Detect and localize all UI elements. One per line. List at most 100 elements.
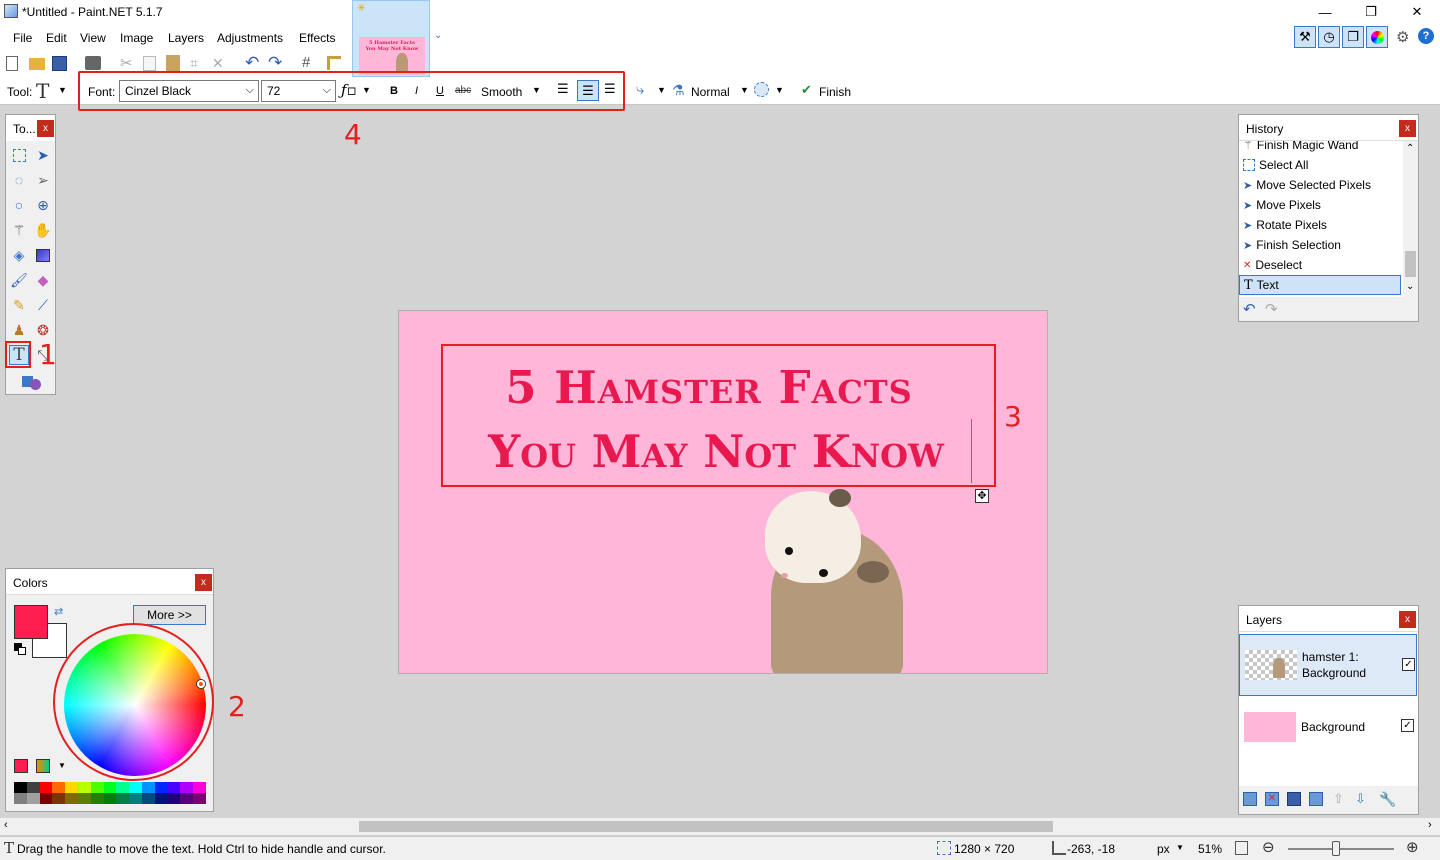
help-icon[interactable]: ? — [1418, 28, 1434, 44]
paintbrush-icon[interactable]: 🖌 — [9, 270, 29, 290]
new-file-icon[interactable] — [6, 56, 18, 71]
layer-visibility-checkbox[interactable]: ✓ — [1401, 719, 1414, 732]
history-panel-close-icon[interactable]: x — [1399, 120, 1416, 137]
duplicate-layer-icon[interactable] — [1287, 792, 1301, 806]
horizontal-scroll-thumb[interactable] — [359, 821, 1053, 832]
layers-window-toggle-icon[interactable]: ❐ — [1342, 26, 1364, 48]
close-button[interactable]: ✕ — [1394, 0, 1440, 24]
tool-picker-text-icon[interactable]: T — [36, 79, 49, 103]
palette-swatch[interactable] — [26, 782, 40, 793]
menu-layers[interactable]: Layers — [168, 31, 204, 45]
palette-swatch[interactable] — [180, 793, 194, 804]
gradient-icon[interactable] — [33, 245, 53, 265]
ellipse-select-icon[interactable]: ○ — [9, 195, 29, 215]
menu-file[interactable]: File — [13, 31, 32, 45]
minimize-button[interactable]: — — [1302, 0, 1348, 24]
blend-mode-flask-icon[interactable]: ⚗ — [672, 82, 685, 99]
pencil-icon[interactable]: ✎ — [9, 295, 29, 315]
reset-colors-icon[interactable] — [14, 643, 26, 655]
palette-swatch[interactable] — [39, 782, 53, 793]
scroll-up-icon[interactable]: ⌃ — [1406, 143, 1414, 154]
palette-swatch[interactable] — [193, 782, 207, 793]
scroll-down-icon[interactable]: ⌄ — [1406, 281, 1414, 292]
redo-icon[interactable]: ↷ — [268, 53, 282, 73]
history-item[interactable]: ➤ Move Pixels — [1239, 195, 1401, 215]
recolor-icon[interactable]: ❂ — [33, 320, 53, 340]
save-icon[interactable] — [52, 56, 67, 71]
history-scroll-thumb[interactable] — [1405, 251, 1416, 277]
rectangle-select-icon[interactable] — [9, 145, 29, 165]
add-palette-color-icon[interactable] — [14, 759, 28, 773]
primary-color-swatch[interactable] — [14, 605, 48, 639]
zoom-slider-thumb[interactable] — [1332, 841, 1340, 856]
layer-row[interactable]: Background ✓ — [1239, 696, 1417, 758]
units-chevron-icon[interactable]: ▼ — [1176, 843, 1184, 852]
finish-button[interactable]: Finish — [819, 85, 851, 99]
palette-swatch[interactable] — [167, 793, 181, 804]
colors-window-toggle-icon[interactable] — [1366, 26, 1388, 48]
history-item[interactable]: ➤ Move Selected Pixels — [1239, 175, 1401, 195]
zoom-out-icon[interactable]: ⊖ — [1262, 838, 1275, 856]
merge-layer-down-icon[interactable] — [1309, 792, 1323, 806]
palette-menu-icon[interactable] — [36, 759, 50, 773]
swap-colors-icon[interactable]: ⇄ — [54, 605, 63, 618]
move-layer-up-icon[interactable]: ⇧ — [1333, 791, 1344, 807]
history-window-toggle-icon[interactable]: ◷ — [1318, 26, 1340, 48]
palette-swatch[interactable] — [154, 782, 168, 793]
sampling-chevron-icon[interactable]: ▼ — [657, 85, 666, 95]
layers-panel-close-icon[interactable]: x — [1399, 611, 1416, 628]
palette-swatch[interactable] — [142, 793, 155, 804]
palette-swatch[interactable] — [193, 793, 207, 804]
palette-swatch[interactable] — [78, 793, 91, 804]
color-palette[interactable] — [14, 782, 207, 806]
clipping-chevron-icon[interactable]: ▼ — [775, 85, 784, 95]
tools-panel-close-icon[interactable]: x — [37, 120, 54, 137]
palette-swatch[interactable] — [52, 782, 66, 793]
history-item[interactable]: ⚚ Finish Magic Wand — [1239, 141, 1401, 155]
move-handle-icon[interactable]: ✥ — [975, 489, 989, 503]
image-tab-thumbnail[interactable]: ✳ 5 Hamster Facts You May Not Know — [352, 0, 430, 77]
more-colors-button[interactable]: More >> — [133, 605, 206, 625]
menu-effects[interactable]: Effects — [299, 31, 335, 45]
canvas-horizontal-scrollbar[interactable]: ‹ › — [0, 818, 1440, 835]
paint-bucket-icon[interactable]: ◈ — [9, 245, 29, 265]
palette-swatch[interactable] — [103, 782, 117, 793]
zoom-slider-track[interactable] — [1288, 848, 1394, 850]
menu-image[interactable]: Image — [120, 31, 153, 45]
layer-properties-wrench-icon[interactable]: 🔧 — [1379, 791, 1396, 808]
tools-window-toggle-icon[interactable]: ⚒ — [1294, 26, 1316, 48]
palette-swatch[interactable] — [65, 782, 79, 793]
move-selected-pixels-icon[interactable]: ➤ — [33, 145, 53, 165]
tool-picker-chevron-icon[interactable]: ▼ — [58, 85, 67, 95]
history-item[interactable]: ➤ Rotate Pixels — [1239, 215, 1401, 235]
zoom-in-icon[interactable]: ⊕ — [1406, 838, 1419, 856]
scroll-right-icon[interactable]: › — [1428, 819, 1432, 831]
blend-chevron-icon[interactable]: ▼ — [740, 85, 749, 95]
palette-swatch[interactable] — [116, 793, 130, 804]
palette-swatch[interactable] — [116, 782, 130, 793]
layer-visibility-checkbox[interactable]: ✓ — [1402, 658, 1415, 671]
selection-clipping-icon[interactable] — [754, 82, 769, 97]
ruler-icon[interactable] — [327, 56, 341, 70]
history-scrollbar[interactable]: ⌃ ⌄ — [1403, 141, 1418, 297]
palette-swatch[interactable] — [167, 782, 181, 793]
palette-swatch[interactable] — [14, 793, 27, 804]
palette-swatch[interactable] — [90, 782, 104, 793]
palette-swatch[interactable] — [14, 782, 27, 793]
palette-swatch[interactable] — [154, 793, 168, 804]
move-selection-icon[interactable]: ➢ — [33, 170, 53, 190]
menu-adjustments[interactable]: Adjustments — [217, 31, 283, 45]
delete-layer-icon[interactable]: ✕ — [1265, 792, 1279, 806]
clone-stamp-icon[interactable]: ♟ — [9, 320, 29, 340]
menu-edit[interactable]: Edit — [46, 31, 67, 45]
maximize-button[interactable]: ❐ — [1348, 0, 1394, 24]
palette-swatch[interactable] — [52, 793, 66, 804]
paste-icon[interactable] — [166, 55, 180, 71]
history-redo-icon[interactable]: ↷ — [1265, 300, 1278, 318]
history-item-selected[interactable]: T Text — [1239, 275, 1401, 295]
palette-swatch[interactable] — [129, 793, 143, 804]
history-item[interactable]: ✕ Deselect — [1239, 255, 1401, 275]
palette-swatch[interactable] — [65, 793, 79, 804]
pan-hand-icon[interactable]: ✋ — [33, 220, 53, 240]
menu-view[interactable]: View — [80, 31, 106, 45]
